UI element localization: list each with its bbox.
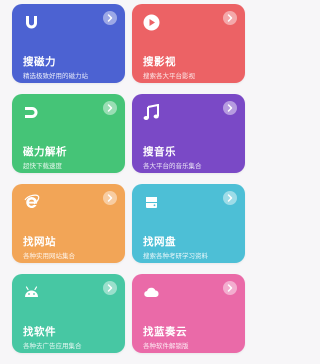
chevron-right-icon[interactable] <box>223 11 237 25</box>
browser-e-icon <box>23 194 40 211</box>
card-title: 搜音乐 <box>143 146 176 158</box>
card-find-lanzou-cloud[interactable]: 找蓝奏云 各种软件解锁版 <box>132 274 245 353</box>
card-title: 磁力解析 <box>23 146 67 158</box>
magnet-u-icon <box>23 14 40 31</box>
chevron-right-icon[interactable] <box>223 281 237 295</box>
card-find-netdisk[interactable]: 找网盘 搜索各种考研学习资料 <box>132 184 245 263</box>
chevron-right-icon[interactable] <box>103 11 117 25</box>
cloud-icon <box>143 284 160 301</box>
card-subtitle: 搜索各大平台影视 <box>143 72 195 80</box>
magnet-icon <box>23 104 40 121</box>
play-icon <box>143 14 160 31</box>
card-subtitle: 各种去广告应用集合 <box>23 342 82 350</box>
android-icon <box>23 284 40 301</box>
card-search-video[interactable]: 搜影视 搜索各大平台影视 <box>132 4 245 83</box>
chevron-right-icon[interactable] <box>103 101 117 115</box>
chevron-right-icon[interactable] <box>223 101 237 115</box>
card-search-music[interactable]: 搜音乐 各大平台的音乐集合 <box>132 94 245 173</box>
card-title: 找网盘 <box>143 236 176 248</box>
card-title: 找网站 <box>23 236 56 248</box>
chevron-right-icon[interactable] <box>103 281 117 295</box>
card-subtitle: 搜索各种考研学习资料 <box>143 252 208 260</box>
card-title: 找蓝奏云 <box>143 326 187 338</box>
card-search-magnet[interactable]: 搜磁力 精选极致好用的磁力站 <box>12 4 125 83</box>
card-title: 搜磁力 <box>23 56 56 68</box>
card-title: 找软件 <box>23 326 56 338</box>
chevron-right-icon[interactable] <box>103 191 117 205</box>
card-subtitle: 各大平台的音乐集合 <box>143 162 202 170</box>
card-find-software[interactable]: 找软件 各种去广告应用集合 <box>12 274 125 353</box>
card-magnet-parse[interactable]: 磁力解析 超快下载速度 <box>12 94 125 173</box>
card-find-website[interactable]: 找网站 各种实用网站集合 <box>12 184 125 263</box>
card-title: 搜影视 <box>143 56 176 68</box>
hard-drive-icon <box>143 194 160 211</box>
music-note-icon <box>143 103 160 121</box>
chevron-right-icon[interactable] <box>223 191 237 205</box>
card-subtitle: 超快下载速度 <box>23 162 62 170</box>
card-subtitle: 各种软件解锁版 <box>143 342 189 350</box>
tool-card-grid: 搜磁力 精选极致好用的磁力站 搜影视 搜索各大平台影视 磁力解析 超快下载速度 <box>0 0 258 364</box>
card-subtitle: 各种实用网站集合 <box>23 252 75 260</box>
card-subtitle: 精选极致好用的磁力站 <box>23 72 88 80</box>
